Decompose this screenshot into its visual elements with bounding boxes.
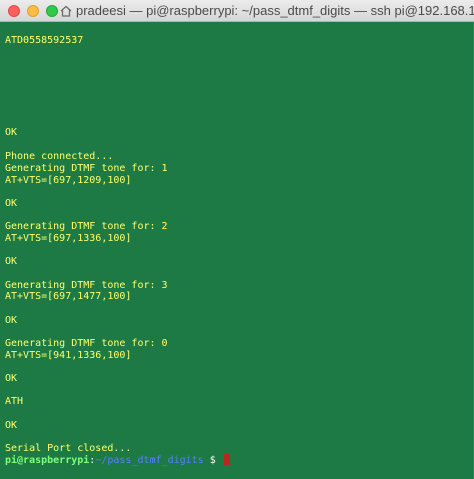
prompt-symbol: $ [203, 455, 222, 466]
prompt-path: ~/pass_dtmf_digits [95, 455, 204, 466]
home-icon [60, 5, 72, 17]
terminal-line: OK [5, 198, 18, 209]
shell-prompt[interactable]: pi@raspberrypi:~/pass_dtmf_digits $ [5, 454, 230, 467]
terminal-line: ATD0558592537 [5, 35, 84, 46]
terminal-line: ATH [5, 396, 24, 407]
terminal-line: OK [5, 420, 18, 431]
terminal-line: AT+VTS=[941,1336,100] [5, 350, 132, 361]
maximize-icon[interactable] [46, 5, 58, 17]
terminal-line: AT+VTS=[697,1209,100] [5, 175, 132, 186]
window-title: pradeesi — pi@raspberrypi: ~/pass_dtmf_d… [76, 3, 474, 18]
terminal-line: OK [5, 256, 18, 267]
title-bar[interactable]: pradeesi — pi@raspberrypi: ~/pass_dtmf_d… [0, 0, 474, 22]
close-icon[interactable] [8, 5, 20, 17]
terminal-line: AT+VTS=[697,1336,100] [5, 233, 132, 244]
terminal-line: AT+VTS=[697,1477,100] [5, 291, 132, 302]
text-cursor [223, 454, 230, 465]
terminal-line: OK [5, 373, 18, 384]
terminal-line: OK [5, 315, 18, 326]
terminal-output[interactable]: ATD0558592537 OK Phone connected... Gene… [0, 22, 474, 479]
minimize-icon[interactable] [27, 5, 39, 17]
terminal-line: OK [5, 127, 18, 138]
terminal-window: pradeesi — pi@raspberrypi: ~/pass_dtmf_d… [0, 0, 474, 479]
prompt-user-host: pi@raspberrypi [5, 455, 90, 466]
